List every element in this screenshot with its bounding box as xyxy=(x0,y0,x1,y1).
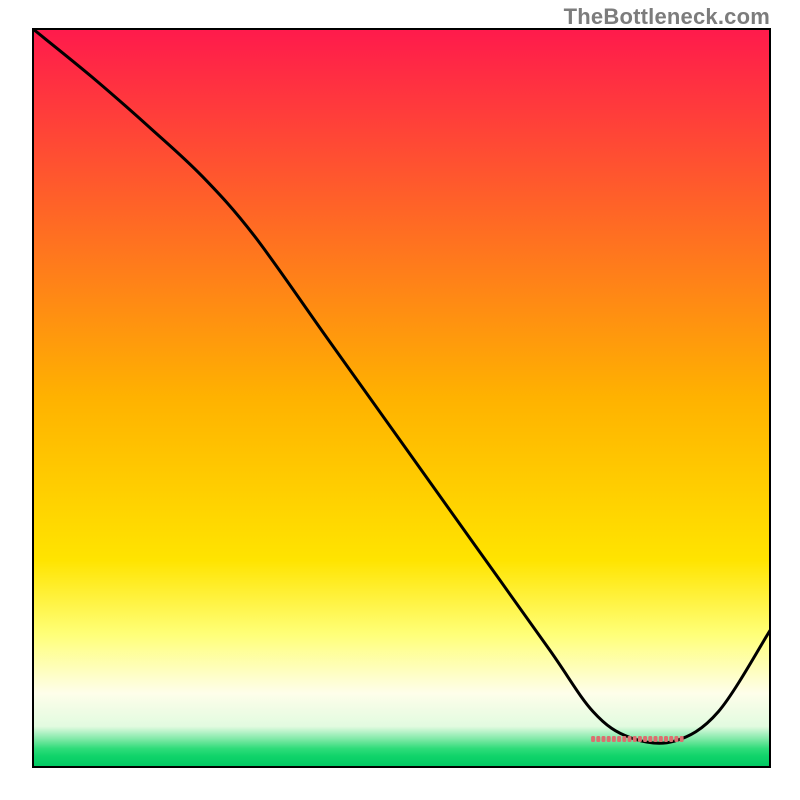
chart-svg xyxy=(0,0,800,800)
watermark-text: TheBottleneck.com xyxy=(564,4,770,30)
gradient-background xyxy=(33,29,770,767)
chart-stage: TheBottleneck.com xyxy=(0,0,800,800)
